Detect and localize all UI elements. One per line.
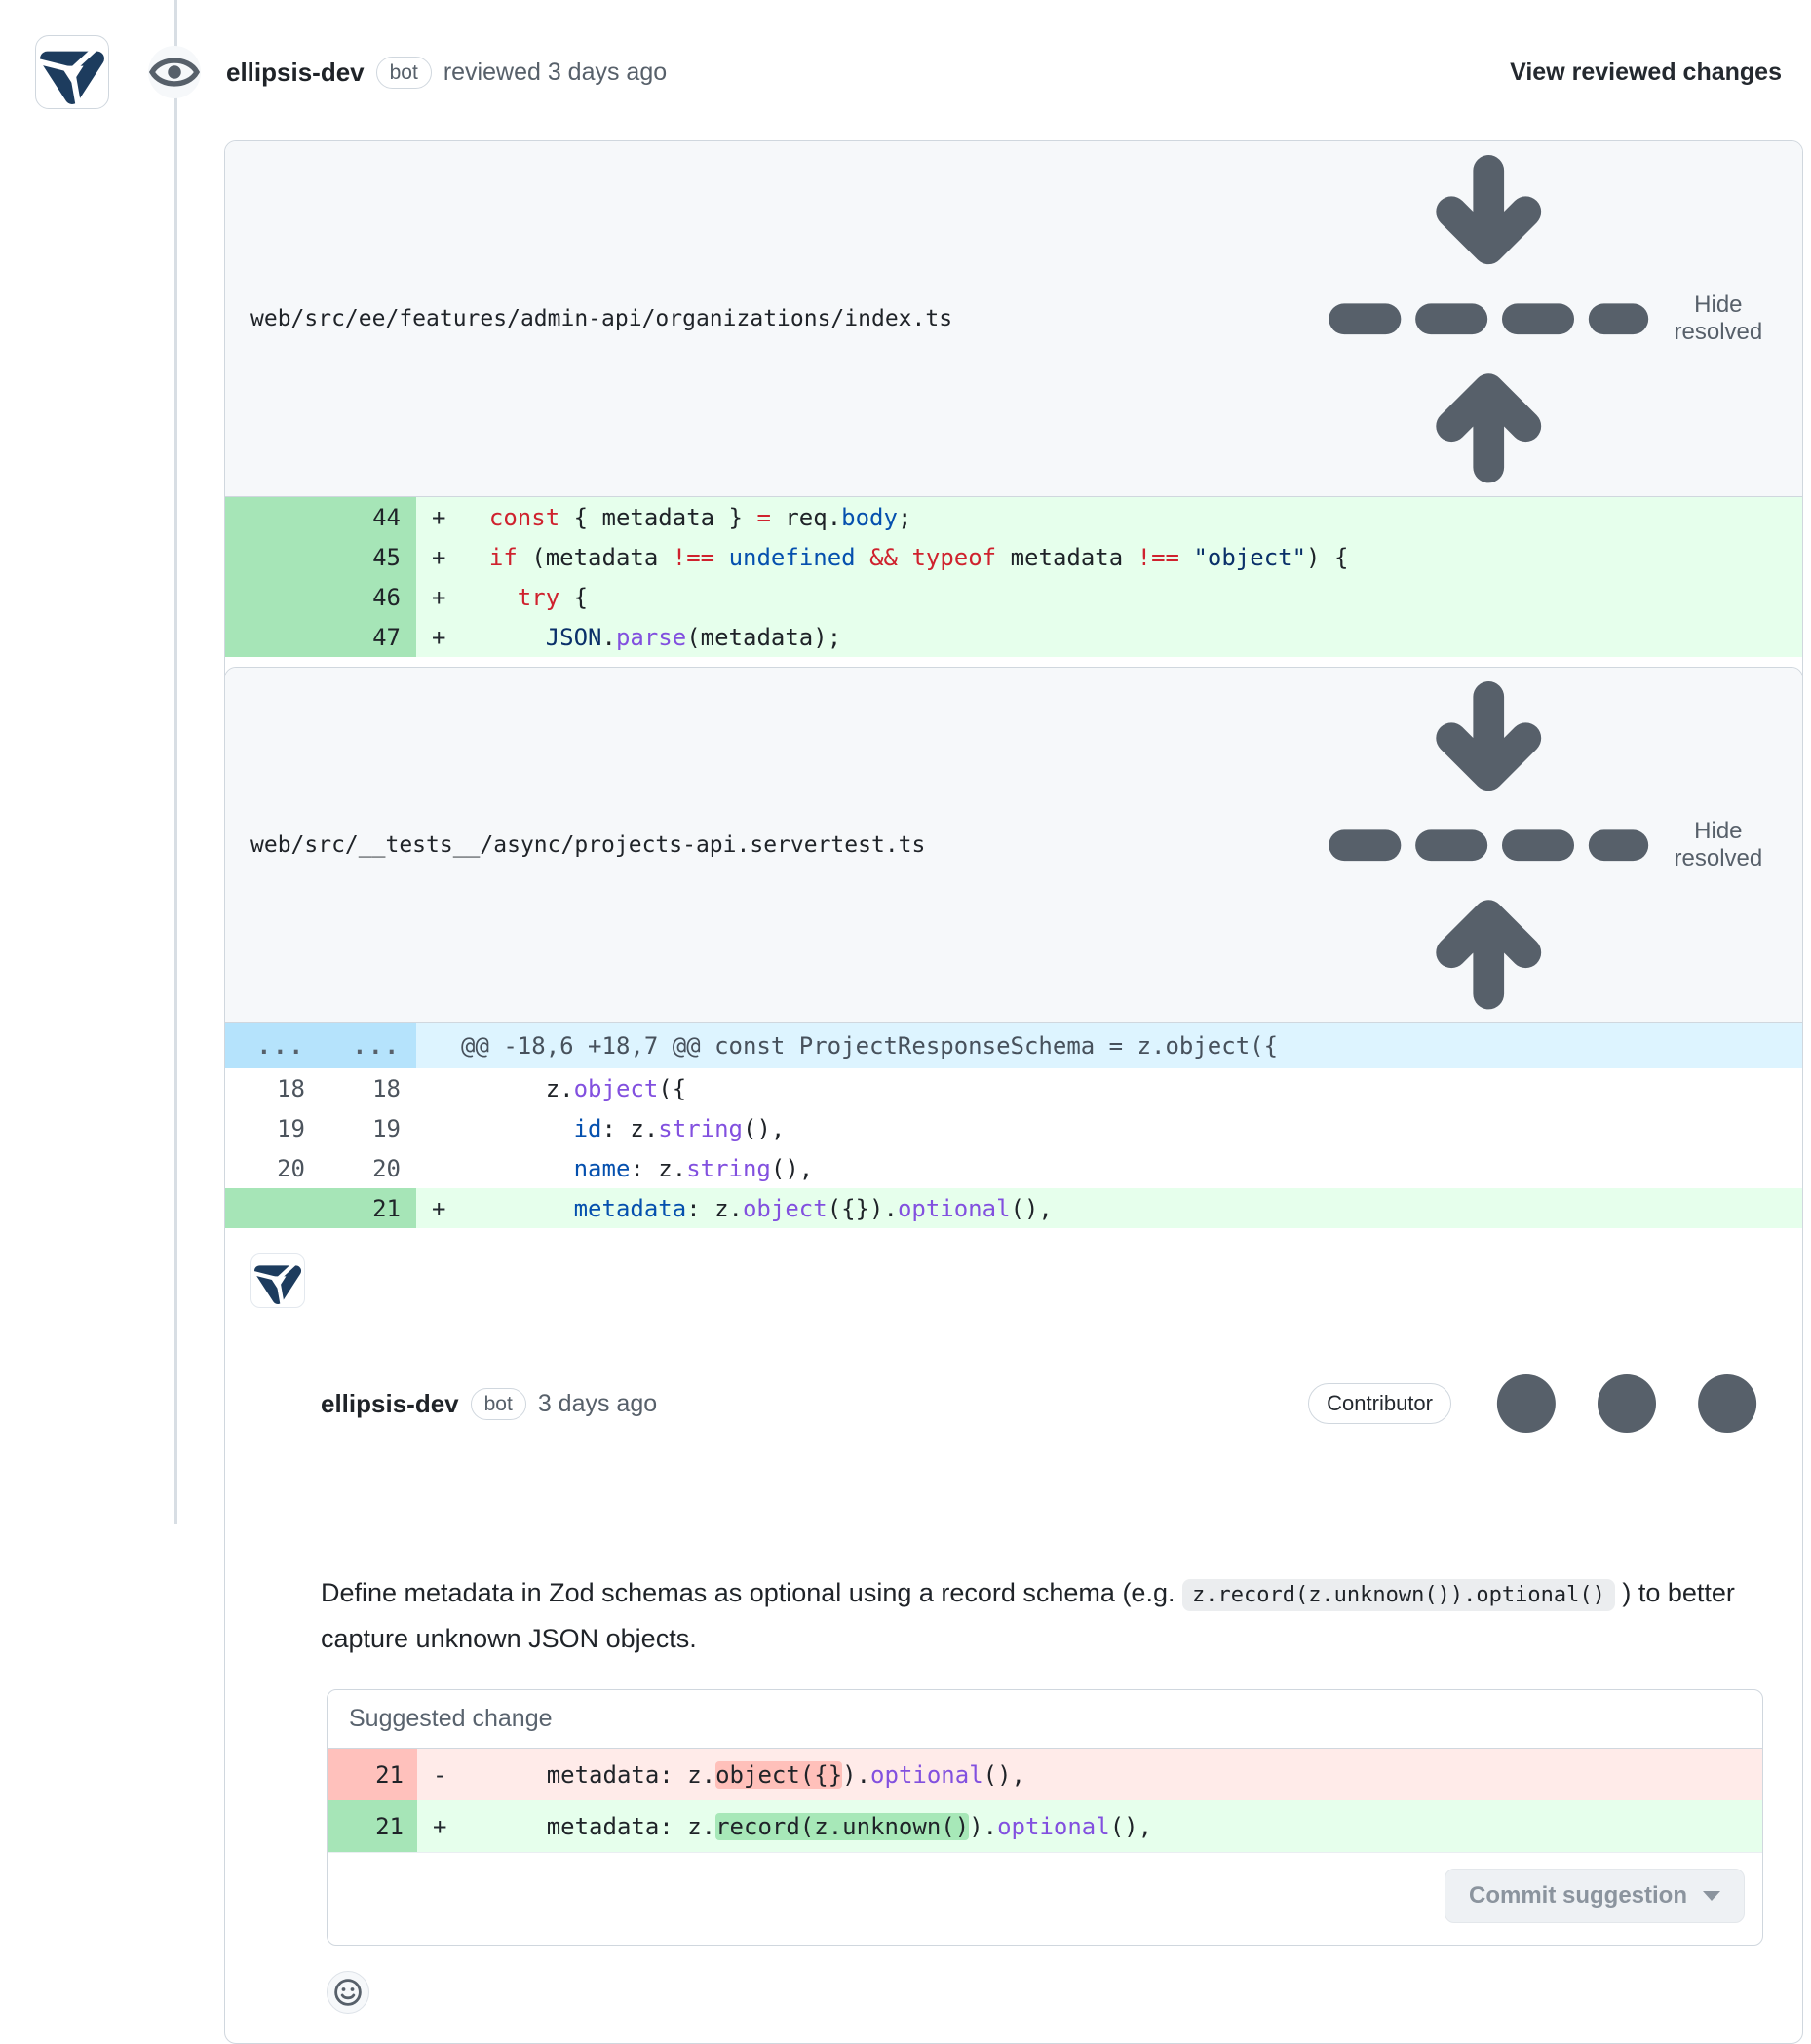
comment-author[interactable]: ellipsis-dev xyxy=(321,1389,459,1419)
avatar[interactable] xyxy=(250,1253,305,1308)
code-line: name: z.string(), xyxy=(416,1148,1802,1188)
eye-icon xyxy=(148,46,201,98)
code-line: + metadata: z.record(z.unknown()).option… xyxy=(417,1800,1762,1852)
line-number: ... xyxy=(321,1023,416,1068)
code-line: + metadata: z.object({}).optional(), xyxy=(416,1188,1802,1228)
view-reviewed-changes-link[interactable]: View reviewed changes xyxy=(1510,58,1782,87)
diff-row: 2020 name: z.string(), xyxy=(225,1148,1802,1188)
suggestion-diff: 21- metadata: z.object({}).optional(),21… xyxy=(328,1749,1762,1852)
diff-row: 21- metadata: z.object({}).optional(), xyxy=(328,1749,1762,1800)
line-number: 45 xyxy=(321,537,416,577)
hide-resolved-button[interactable]: Hide resolved xyxy=(1318,679,1777,1011)
code-line: id: z.string(), xyxy=(416,1108,1802,1148)
diff-row: 1818 z.object({ xyxy=(225,1068,1802,1108)
diff-row: 1919 id: z.string(), xyxy=(225,1108,1802,1148)
ellipsis-logo-icon xyxy=(36,36,108,108)
line-number: 18 xyxy=(321,1068,416,1108)
ellipsis-logo-icon xyxy=(251,1254,304,1307)
diff-block: ......@@ -18,6 +18,7 @@ const ProjectRes… xyxy=(225,1023,1802,1228)
code-line: + try { xyxy=(416,577,1802,617)
bot-badge: bot xyxy=(376,57,432,89)
line-number: 20 xyxy=(321,1148,416,1188)
fold-icon xyxy=(1324,680,1653,1010)
file-path-link[interactable]: web/src/__tests__/async/projects-api.ser… xyxy=(250,832,925,858)
avatar[interactable] xyxy=(35,35,109,109)
hide-resolved-button[interactable]: Hide resolved xyxy=(1318,153,1777,484)
code-line: + const { metadata } = req.body; xyxy=(416,497,1802,537)
smiley-icon xyxy=(333,1973,363,2012)
line-number xyxy=(225,617,321,657)
review-meta: reviewed 3 days ago xyxy=(443,58,667,87)
line-number xyxy=(225,577,321,617)
line-number: 19 xyxy=(225,1108,321,1148)
line-number: 21 xyxy=(321,1188,416,1228)
add-reaction-button[interactable] xyxy=(327,1971,369,2014)
line-number: 21 xyxy=(328,1749,417,1800)
line-number: 21 xyxy=(328,1800,417,1852)
diff-row: 21+ metadata: z.record(z.unknown()).opti… xyxy=(328,1800,1762,1852)
chevron-down-icon xyxy=(1703,1891,1720,1901)
diff-block: 44+ const { metadata } = req.body;45+ if… xyxy=(225,497,1802,657)
diff-row: 44+ const { metadata } = req.body; xyxy=(225,497,1802,537)
comment-menu-button[interactable] xyxy=(1477,1253,1777,1554)
fold-icon xyxy=(1324,154,1653,483)
line-number: 18 xyxy=(225,1068,321,1108)
review-header: ellipsis-dev bot reviewed 3 days ago Vie… xyxy=(35,29,1782,117)
line-number xyxy=(225,1188,321,1228)
comment-body: Define metadata in Zod schemas as option… xyxy=(321,1571,1777,1660)
suggested-change-title: Suggested change xyxy=(328,1690,1762,1749)
inline-code: z.record(z.unknown()).optional() xyxy=(1182,1579,1615,1611)
hide-resolved-label: Hide resolved xyxy=(1666,291,1771,346)
commit-suggestion-label: Commit suggestion xyxy=(1469,1882,1687,1909)
review-comment: ellipsis-dev bot 3 days ago Contributor … xyxy=(225,1228,1802,2043)
code-line: + JSON.parse(metadata); xyxy=(416,617,1802,657)
line-number: 46 xyxy=(321,577,416,617)
code-line: @@ -18,6 +18,7 @@ const ProjectResponseS… xyxy=(416,1023,1802,1068)
bot-badge: bot xyxy=(471,1388,526,1420)
commit-suggestion-button[interactable]: Commit suggestion xyxy=(1445,1869,1745,1923)
diff-row: 46+ try { xyxy=(225,577,1802,617)
kebab-icon xyxy=(1481,1257,1773,1550)
review-eye-badge xyxy=(148,46,201,98)
code-line: z.object({ xyxy=(416,1068,1802,1108)
code-line: - metadata: z.object({}).optional(), xyxy=(417,1749,1762,1800)
diff-row: ......@@ -18,6 +18,7 @@ const ProjectRes… xyxy=(225,1023,1802,1068)
reviewer-name[interactable]: ellipsis-dev xyxy=(226,58,365,88)
line-number xyxy=(225,537,321,577)
comment-text: Define metadata in Zod schemas as option… xyxy=(321,1578,1182,1607)
diff-row: 21+ metadata: z.object({}).optional(), xyxy=(225,1188,1802,1228)
file-header: web/src/ee/features/admin-api/organizati… xyxy=(225,141,1802,497)
diff-row: 47+ JSON.parse(metadata); xyxy=(225,617,1802,657)
hide-resolved-label: Hide resolved xyxy=(1666,818,1771,872)
line-number: ... xyxy=(225,1023,321,1068)
file-path-link[interactable]: web/src/ee/features/admin-api/organizati… xyxy=(250,306,952,331)
comment-timestamp[interactable]: 3 days ago xyxy=(538,1390,657,1418)
code-line: + if (metadata !== undefined && typeof m… xyxy=(416,537,1802,577)
line-number: 44 xyxy=(321,497,416,537)
diff-row: 45+ if (metadata !== undefined && typeof… xyxy=(225,537,1802,577)
line-number: 47 xyxy=(321,617,416,657)
file-header: web/src/__tests__/async/projects-api.ser… xyxy=(225,668,1802,1023)
line-number: 20 xyxy=(225,1148,321,1188)
suggested-change-block: Suggested change 21- metadata: z.object(… xyxy=(327,1689,1763,1946)
line-number: 19 xyxy=(321,1108,416,1148)
review-thread-card: web/src/__tests__/async/projects-api.ser… xyxy=(224,667,1803,2044)
timeline-line xyxy=(174,0,177,1524)
contributor-badge: Contributor xyxy=(1308,1383,1451,1424)
line-number xyxy=(225,497,321,537)
